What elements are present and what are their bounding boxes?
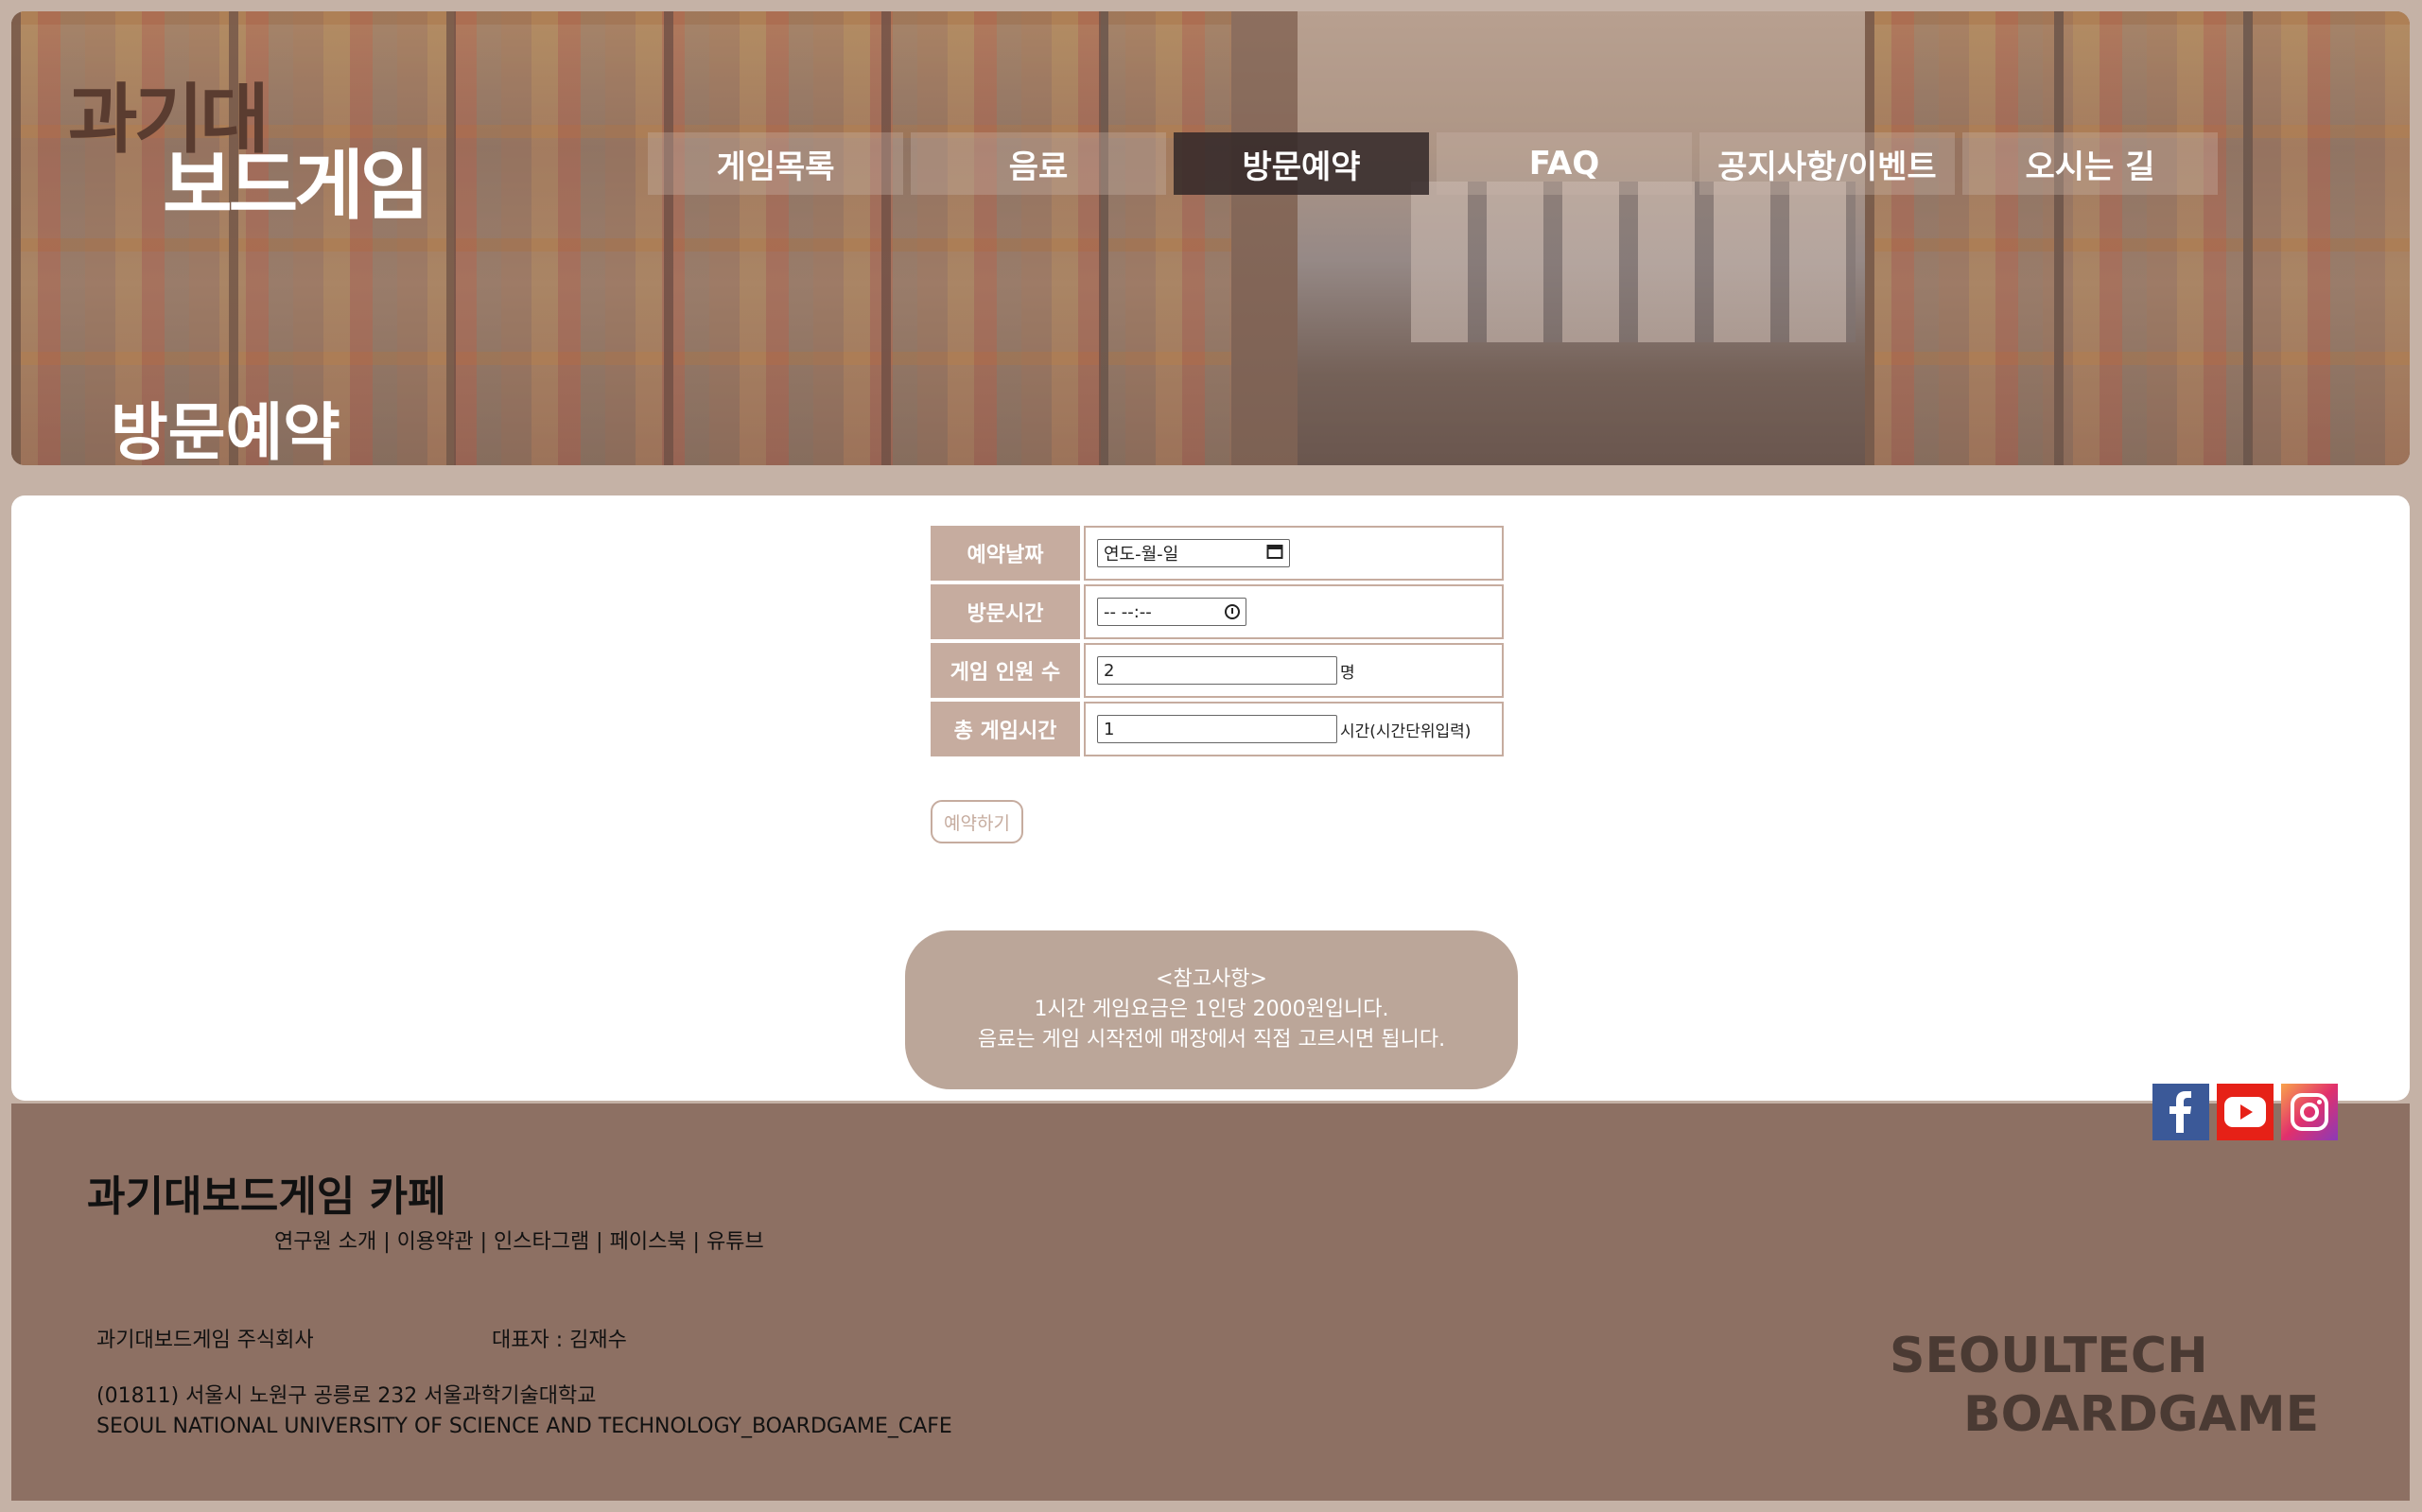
footer-link-youtube[interactable]: 유튜브 [706, 1230, 764, 1254]
youtube-icon[interactable] [2217, 1084, 2274, 1140]
footer-address-en: SEOUL NATIONAL UNIVERSITY OF SCIENCE AND… [96, 1415, 952, 1438]
nav-item-reservation[interactable]: 방문예약 [1174, 132, 1429, 195]
social-links [2152, 1084, 2338, 1140]
facebook-icon[interactable] [2152, 1084, 2209, 1140]
footer: 과기대보드게임 카페 연구원 소개 | 이용약관 | 인스타그램 | 페이스북 … [11, 1104, 2410, 1501]
footer-address: (01811) 서울시 노원구 공릉로 232 서울과학기술대학교 SEOUL … [96, 1382, 952, 1442]
form-row-time: 방문시간 -- --:-- [931, 584, 1504, 639]
footer-title: 과기대보드게임 카페 [87, 1173, 446, 1221]
notice-heading: <참고사항> [1156, 967, 1267, 991]
time-input[interactable]: -- --:-- [1097, 598, 1246, 626]
notice-price: 1시간 게임요금은 1인당 2000원입니다. [1034, 998, 1389, 1021]
footer-link-instagram[interactable]: 인스타그램 [494, 1230, 589, 1254]
nav-item-notice[interactable]: 공지사항/이벤트 [1699, 132, 1955, 195]
people-input[interactable]: 2 [1097, 656, 1337, 685]
clock-icon[interactable] [1225, 604, 1240, 619]
footer-brand-line2: BOARDGAME [1963, 1386, 2320, 1443]
hero-banner: 과기대 보드게임 게임목록 음료 방문예약 FAQ 공지사항/이벤트 오시는 길… [11, 11, 2410, 465]
page-title: 방문예약 [111, 396, 340, 465]
page: 과기대 보드게임 게임목록 음료 방문예약 FAQ 공지사항/이벤트 오시는 길… [0, 0, 2422, 1512]
people-unit: 명 [1340, 663, 1355, 683]
site-logo[interactable]: 과기대 보드게임 [68, 59, 465, 230]
reservation-panel: 예약날짜 연도-월-일 방문시간 -- --:-- 게임 인원 수 2 명 총 … [11, 495, 2410, 1101]
nav-item-directions[interactable]: 오시는 길 [1962, 132, 2218, 195]
logo-line2: 보드게임 [163, 142, 429, 230]
notice-drinks: 음료는 게임 시작전에 매장에서 직접 고르시면 됩니다. [977, 1028, 1446, 1051]
footer-address-ko: (01811) 서울시 노원구 공릉로 232 서울과학기술대학교 [96, 1384, 597, 1408]
hours-label: 총 게임시간 [931, 702, 1080, 756]
nav-item-faq[interactable]: FAQ [1437, 132, 1692, 195]
footer-company: 과기대보드게임 주식회사 [96, 1329, 314, 1352]
form-row-date: 예약날짜 연도-월-일 [931, 526, 1504, 581]
footer-brand-line1: SEOULTECH [1890, 1328, 2208, 1384]
footer-link-terms[interactable]: 이용약관 [397, 1230, 474, 1254]
people-label: 게임 인원 수 [931, 643, 1080, 698]
reservation-form: 예약날짜 연도-월-일 방문시간 -- --:-- 게임 인원 수 2 명 총 … [927, 522, 1507, 760]
hours-input[interactable]: 1 [1097, 715, 1337, 743]
form-row-people: 게임 인원 수 2명 [931, 643, 1504, 698]
footer-links: 연구원 소개 | 이용약관 | 인스타그램 | 페이스북 | 유튜브 [274, 1230, 764, 1254]
notice-box: <참고사항> 1시간 게임요금은 1인당 2000원입니다. 음료는 게임 시작… [905, 930, 1518, 1089]
date-input[interactable]: 연도-월-일 [1097, 539, 1290, 567]
time-value: -- --:-- [1104, 601, 1152, 622]
main-nav: 게임목록 음료 방문예약 FAQ 공지사항/이벤트 오시는 길 [648, 132, 2218, 195]
footer-link-about[interactable]: 연구원 소개 [274, 1230, 376, 1254]
form-row-hours: 총 게임시간 1 시간(시간단위입력) [931, 702, 1504, 756]
date-label: 예약날짜 [931, 526, 1080, 581]
hours-unit: 시간(시간단위입력) [1340, 721, 1472, 741]
calendar-icon[interactable] [1266, 543, 1283, 564]
footer-brand: SEOULTECH BOARDGAME [1890, 1327, 2319, 1444]
instagram-icon[interactable] [2281, 1084, 2338, 1140]
nav-item-games[interactable]: 게임목록 [648, 132, 903, 195]
footer-link-facebook[interactable]: 페이스북 [610, 1230, 687, 1254]
time-label: 방문시간 [931, 584, 1080, 639]
reserve-button[interactable]: 예약하기 [931, 800, 1023, 843]
date-value: 연도-월-일 [1104, 545, 1179, 565]
footer-ceo: 대표자 : 김재수 [492, 1329, 627, 1352]
nav-item-drinks[interactable]: 음료 [911, 132, 1166, 195]
